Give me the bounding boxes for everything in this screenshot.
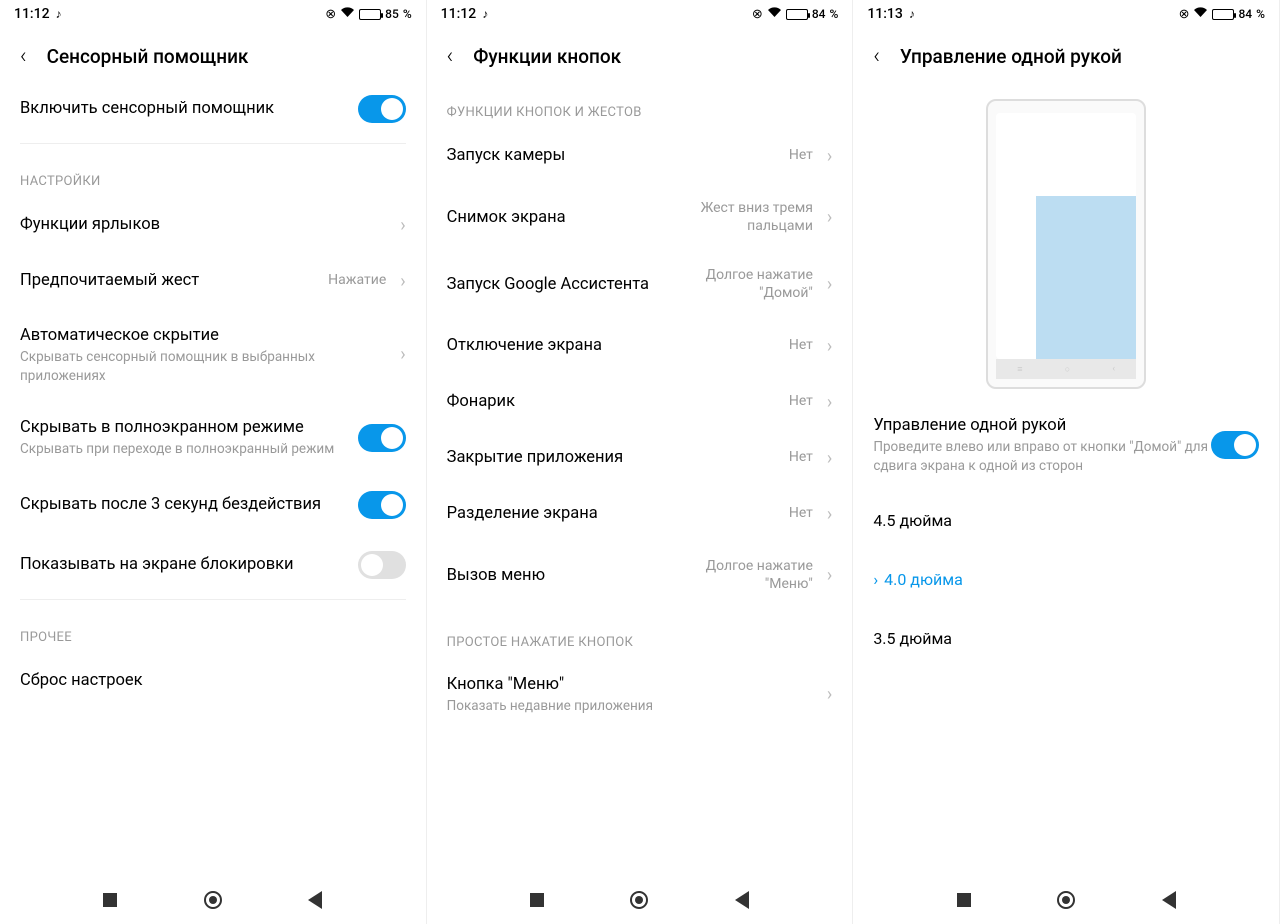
screenshot-row[interactable]: Снимок экрана Жест вниз тремя пальцами› (447, 184, 833, 251)
music-icon: ♪ (909, 7, 915, 21)
header: ‹ Функции кнопок (427, 28, 853, 79)
navigation-bar (853, 876, 1279, 924)
back-icon[interactable]: ‹ (20, 44, 27, 69)
size-option-3-5[interactable]: 3.5 дюйма (873, 609, 1259, 668)
battery-percent: 85 (385, 7, 399, 21)
screen-one-handed: 11:13 ♪ ⊗ 84 % ‹ Управление одной рукой … (853, 0, 1280, 924)
music-icon: ♪ (482, 7, 488, 21)
split-screen-row[interactable]: Разделение экрана Нет› (447, 486, 833, 542)
chevron-right-icon: › (827, 684, 832, 705)
close-app-row[interactable]: Закрытие приложения Нет› (447, 430, 833, 486)
turn-off-screen-row[interactable]: Отключение экрана Нет› (447, 318, 833, 374)
menu-button-row[interactable]: Кнопка "Меню" Показать недавние приложен… (447, 658, 833, 732)
navigation-bar (427, 876, 853, 924)
back-icon[interactable]: ‹ (873, 44, 880, 69)
size-option-4-5[interactable]: 4.5 дюйма (873, 491, 1259, 550)
status-time: 11:13 (867, 6, 903, 22)
no-sim-icon: ⊗ (1179, 7, 1190, 22)
show-menu-row[interactable]: Вызов меню Долгое нажатие "Меню"› (447, 542, 833, 609)
auto-hide-row[interactable]: Автоматическое скрытие Скрывать сенсорны… (20, 309, 406, 401)
status-bar: 11:13 ♪ ⊗ 84 % (853, 0, 1279, 28)
status-time: 11:12 (441, 6, 477, 22)
battery-percent: 84 (1238, 7, 1252, 21)
enable-toggle[interactable] (358, 95, 406, 123)
lockscreen-toggle[interactable] (358, 551, 406, 579)
chevron-right-icon: › (827, 207, 832, 228)
chevron-right-icon: › (827, 504, 832, 525)
battery-icon (1212, 9, 1234, 20)
status-time: 11:12 (14, 6, 50, 22)
page-title: Функции кнопок (473, 45, 621, 68)
screen-button-functions: 11:12 ♪ ⊗ 84 % ‹ Функции кнопок ФУНКЦИИ … (427, 0, 854, 924)
navigation-bar (0, 876, 426, 924)
no-sim-icon: ⊗ (325, 7, 336, 22)
nav-back-icon[interactable] (735, 891, 749, 909)
divider (20, 599, 406, 600)
back-icon[interactable]: ‹ (447, 44, 454, 69)
page-title: Сенсорный помощник (47, 45, 249, 68)
shortcut-functions-row[interactable]: Функции ярлыков › (20, 197, 406, 253)
battery-icon (786, 9, 808, 20)
section-settings: НАСТРОЙКИ (20, 148, 406, 197)
preferred-gesture-row[interactable]: Предпочитаемый жест Нажатие › (20, 253, 406, 309)
chevron-right-icon: › (827, 274, 832, 295)
phone-illustration: ≡○‹ (986, 99, 1146, 389)
show-on-lockscreen-row[interactable]: Показывать на экране блокировки (20, 535, 406, 595)
launch-camera-row[interactable]: Запуск камеры Нет› (447, 128, 833, 184)
battery-icon (359, 9, 381, 20)
chevron-right-icon: › (827, 565, 832, 586)
wifi-icon (340, 6, 355, 22)
chevron-right-icon: › (400, 344, 405, 365)
nav-recents-icon[interactable] (957, 893, 971, 907)
one-handed-toggle-row[interactable]: Управление одной рукой Проведите влево и… (873, 399, 1259, 491)
header: ‹ Сенсорный помощник (0, 28, 426, 79)
hide-fullscreen-row[interactable]: Скрывать в полноэкранном режиме Скрывать… (20, 401, 406, 475)
gesture-value: Нажатие (328, 272, 386, 290)
status-bar: 11:12 ♪ ⊗ 85 % (0, 0, 426, 28)
reset-settings-row[interactable]: Сброс настроек (20, 653, 406, 709)
nav-recents-icon[interactable] (103, 893, 117, 907)
status-bar: 11:12 ♪ ⊗ 84 % (427, 0, 853, 28)
no-sim-icon: ⊗ (752, 7, 763, 22)
chevron-right-icon: › (827, 336, 832, 357)
section-simple-press: ПРОСТОЕ НАЖАТИЕ КНОПОК (447, 609, 833, 658)
hide-after-3s-row[interactable]: Скрывать после 3 секунд бездействия (20, 475, 406, 535)
flashlight-row[interactable]: Фонарик Нет› (447, 374, 833, 430)
nav-home-icon[interactable] (204, 891, 222, 909)
nav-back-icon[interactable] (1162, 891, 1176, 909)
chevron-right-icon: › (827, 146, 832, 167)
wifi-icon (1193, 6, 1208, 22)
screen-touch-assistant: 11:12 ♪ ⊗ 85 % ‹ Сенсорный помощник Вклю… (0, 0, 427, 924)
hide-3s-toggle[interactable] (358, 491, 406, 519)
chevron-right-icon: › (827, 448, 832, 469)
google-assistant-row[interactable]: Запуск Google Ассистента Долгое нажатие … (447, 251, 833, 318)
size-option-4-0[interactable]: ›4.0 дюйма (873, 550, 1259, 609)
nav-home-icon[interactable] (1057, 891, 1075, 909)
nav-home-icon[interactable] (630, 891, 648, 909)
enable-touch-assistant-row[interactable]: Включить сенсорный помощник (20, 79, 406, 139)
section-buttons-gestures: ФУНКЦИИ КНОПОК И ЖЕСТОВ (447, 79, 833, 128)
wifi-icon (767, 6, 782, 22)
nav-back-icon[interactable] (308, 891, 322, 909)
music-icon: ♪ (56, 7, 62, 21)
chevron-right-icon: › (400, 271, 405, 292)
enable-label: Включить сенсорный помощник (20, 98, 358, 119)
chevron-right-icon: › (400, 215, 405, 236)
hide-fullscreen-toggle[interactable] (358, 424, 406, 452)
divider (20, 143, 406, 144)
chevron-right-icon: › (873, 570, 878, 589)
header: ‹ Управление одной рукой (853, 28, 1279, 79)
section-other: ПРОЧЕЕ (20, 604, 406, 653)
battery-percent: 84 (812, 7, 826, 21)
nav-recents-icon[interactable] (530, 893, 544, 907)
one-handed-toggle[interactable] (1211, 431, 1259, 459)
page-title: Управление одной рукой (900, 45, 1122, 68)
chevron-right-icon: › (827, 392, 832, 413)
